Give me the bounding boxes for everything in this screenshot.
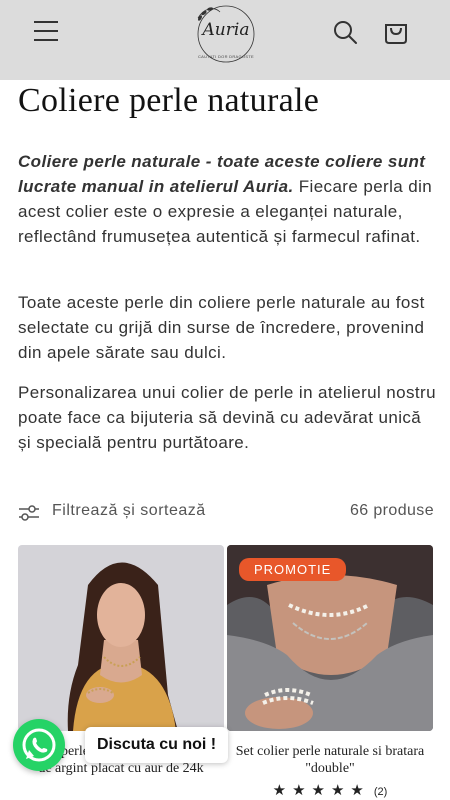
sliders-icon[interactable] — [18, 503, 40, 523]
promo-badge: PROMOTIE — [239, 558, 347, 581]
chat-button[interactable]: Discuta cu noi ! — [85, 727, 229, 763]
collection-description-3: Personalizarea unui colier de perle in a… — [18, 383, 436, 452]
product-count: 66 produse — [349, 502, 434, 519]
page-title: Coliere perle naturale — [18, 82, 320, 119]
product-rating: ★★★★★ (2) — [227, 781, 433, 799]
search-icon[interactable] — [331, 18, 359, 46]
rating-count: (2) — [373, 786, 388, 798]
product-title[interactable]: Set colier perle naturale si bratara "do… — [227, 743, 433, 777]
product-card[interactable]: PROMOTIE Set colier perle naturale si br… — [227, 545, 433, 799]
whatsapp-icon[interactable] — [13, 719, 65, 771]
shopping-bag-icon[interactable] — [382, 18, 410, 46]
filter-sort-bar: Filtrează și sortează 66 produse — [18, 500, 434, 526]
hamburger-menu-icon[interactable] — [34, 21, 58, 43]
star-rating-icon: ★★★★★ — [272, 782, 370, 799]
logo-text: Auria — [202, 20, 250, 40]
product-image[interactable]: PROMOTIE — [227, 545, 433, 731]
site-header: Auria CAUTATI DOR DRAGOSTE — [0, 0, 450, 80]
logo-tagline: CAUTATI DOR DRAGOSTE — [197, 54, 255, 59]
filter-sort-button[interactable]: Filtrează și sortează — [52, 502, 206, 520]
collection-description-2: Toate aceste perle din coliere perle nat… — [18, 293, 425, 362]
product-image[interactable] — [18, 545, 224, 731]
store-logo[interactable]: Auria CAUTATI DOR DRAGOSTE — [190, 4, 262, 64]
collection-description-1: Coliere perle naturale - toate aceste co… — [18, 149, 438, 249]
